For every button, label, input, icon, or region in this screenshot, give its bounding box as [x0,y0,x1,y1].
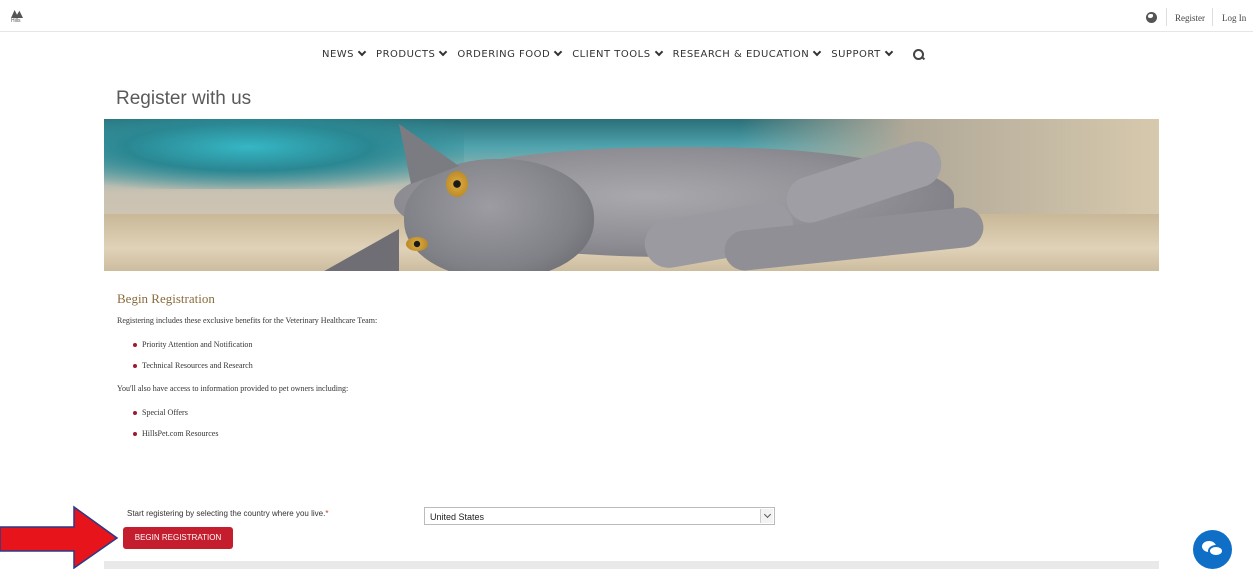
chevron-down-icon [654,47,663,57]
registration-heading: Begin Registration [117,291,215,306]
list-item: Priority Attention and Notification [133,341,253,362]
chevron-down-icon[interactable] [760,509,773,523]
country-label-text: Start registering by selecting the count… [127,509,326,518]
logo-text: Hills [11,18,21,24]
nav-support[interactable]: SUPPORT [831,47,893,60]
nav-products[interactable]: PRODUCTS [376,47,448,60]
chat-button[interactable] [1193,530,1232,569]
chevron-down-icon [357,47,367,57]
nav-news-label: NEWS [322,48,355,60]
owner-benefits-list: Special Offers HillsPet.com Resources [133,409,218,451]
chevron-down-icon [439,47,448,57]
nav-ordering-food[interactable]: ORDERING FOOD [457,47,563,60]
hills-logo[interactable]: Hills [11,10,25,24]
logo-mark-icon [11,10,23,18]
country-select[interactable]: United States [424,507,775,525]
nav-research-education[interactable]: RESEARCH & EDUCATION [672,47,822,60]
divider [1212,8,1213,26]
search-icon[interactable] [912,48,924,60]
country-select-value: United States [430,512,485,522]
footer-strip [104,561,1159,569]
nav-research-education-label: RESEARCH & EDUCATION [672,48,810,60]
divider [1166,8,1167,26]
globe-icon[interactable] [1146,12,1157,23]
list-item: HillsPet.com Resources [133,430,218,451]
page-title: Register with us [116,88,252,109]
begin-registration-button[interactable]: BEGIN REGISTRATION [123,527,233,549]
chevron-down-icon [813,47,822,57]
country-label: Start registering by selecting the count… [127,509,328,518]
nav-ordering-food-label: ORDERING FOOD [457,48,551,60]
chat-icon [1208,545,1224,557]
required-mark: * [325,509,329,518]
main-nav: NEWS PRODUCTS ORDERING FOOD CLIENT TOOLS… [322,47,924,61]
red-arrow-annotation [0,505,119,569]
cat-eye [406,237,428,251]
cat-eye [446,171,468,197]
nav-client-tools[interactable]: CLIENT TOOLS [572,47,663,60]
chevron-down-icon [553,47,563,57]
hero-image-cat [104,119,1159,271]
login-link[interactable]: Log In [1222,13,1246,23]
nav-client-tools-label: CLIENT TOOLS [572,48,651,60]
nav-news[interactable]: NEWS [322,47,367,60]
top-bar: Hills Register Log In [0,0,1253,32]
benefits-intro: Registering includes these exclusive ben… [117,316,378,325]
nav-products-label: PRODUCTS [376,48,436,60]
owner-benefits-intro: You'll also have access to information p… [117,384,349,393]
nav-support-label: SUPPORT [831,48,881,60]
chevron-down-icon [884,47,893,57]
register-link[interactable]: Register [1175,13,1205,23]
list-item: Technical Resources and Research [133,362,253,383]
benefits-list: Priority Attention and Notification Tech… [133,341,253,383]
list-item: Special Offers [133,409,218,430]
